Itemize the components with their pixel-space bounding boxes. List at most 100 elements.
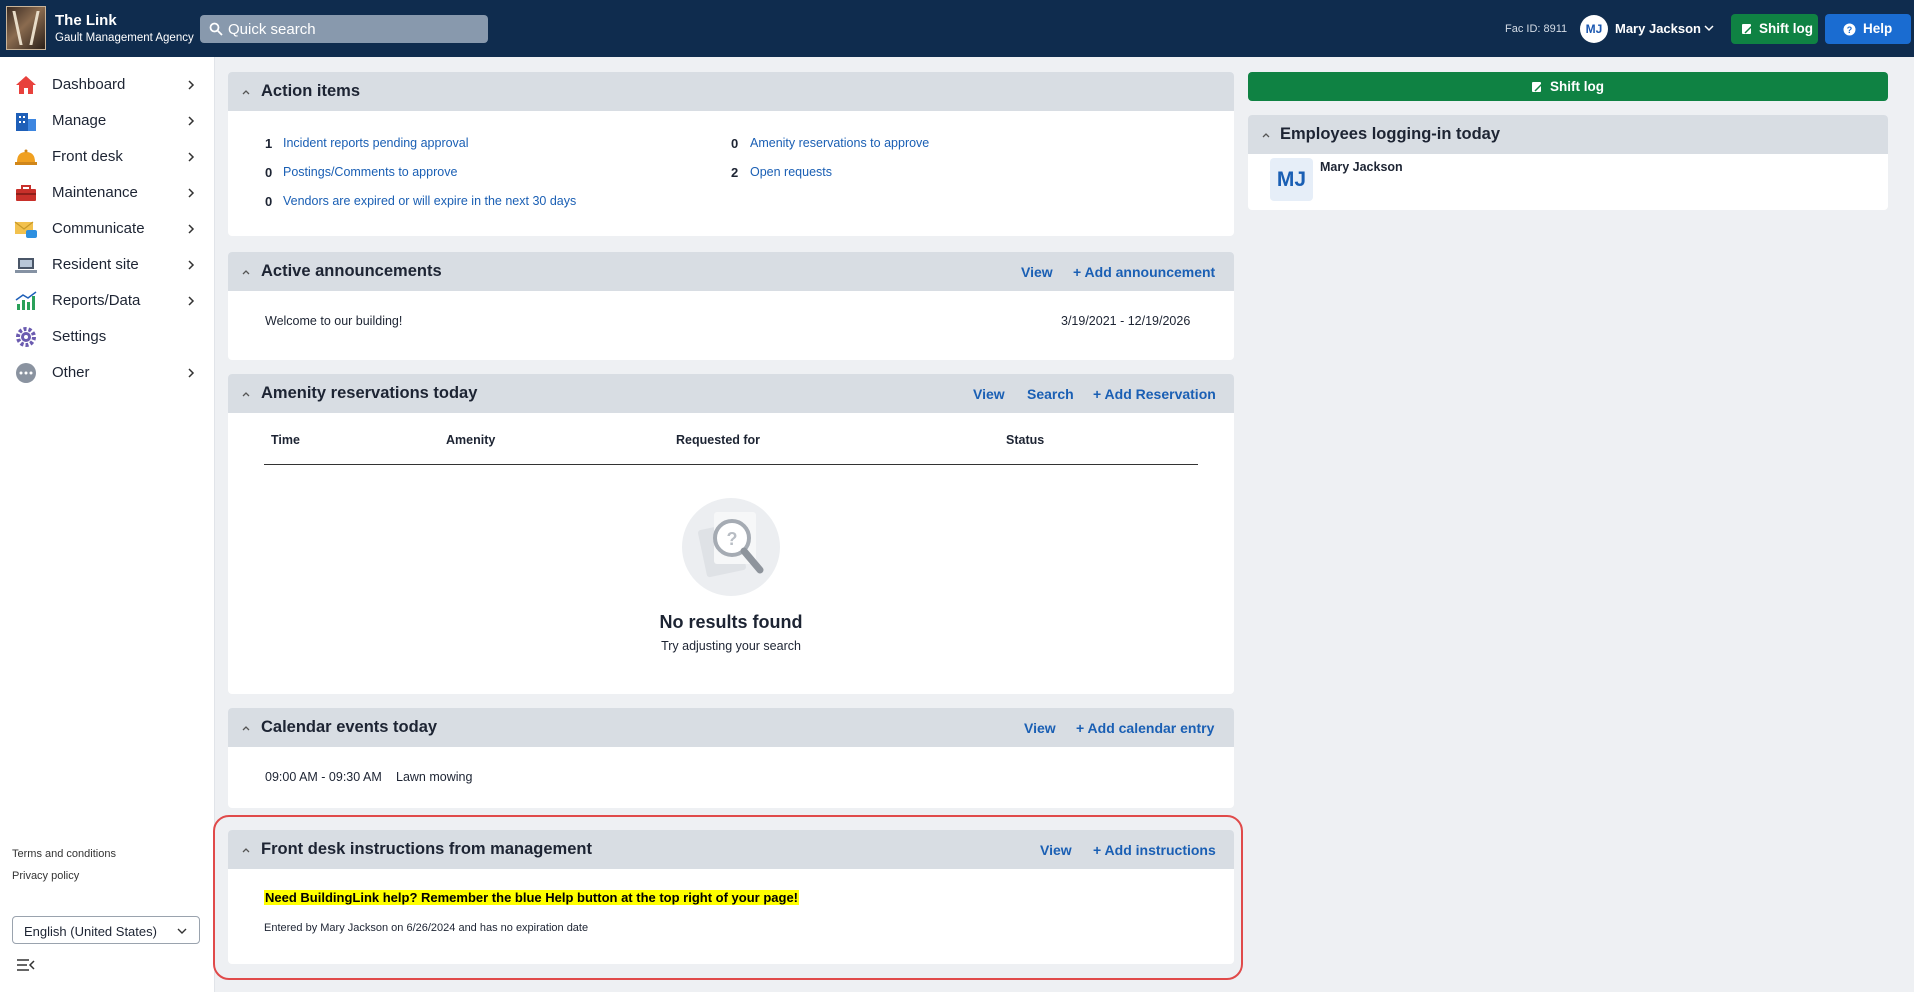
event-title: Lawn mowing bbox=[396, 770, 473, 784]
chevron-right-icon bbox=[188, 188, 195, 198]
sidebar: Dashboard Manage Front desk Maintenance … bbox=[0, 57, 215, 992]
chevron-right-icon bbox=[188, 152, 195, 162]
action-link[interactable]: Vendors are expired or will expire in th… bbox=[283, 194, 576, 208]
action-link[interactable]: Incident reports pending approval bbox=[283, 136, 469, 150]
terms-link[interactable]: Terms and conditions bbox=[12, 848, 116, 860]
employee-name[interactable]: Mary Jackson bbox=[1320, 160, 1403, 174]
calendar-panel: Calendar events today View + Add calenda… bbox=[228, 708, 1234, 808]
search-reservations-link[interactable]: Search bbox=[1027, 386, 1074, 402]
user-menu[interactable]: Mary Jackson bbox=[1615, 21, 1701, 36]
fac-id: Fac ID: 8911 bbox=[1505, 23, 1568, 35]
action-items-panel: Action items 1 Incident reports pending … bbox=[228, 72, 1234, 236]
action-link[interactable]: Postings/Comments to approve bbox=[283, 165, 457, 179]
view-calendar-link[interactable]: View bbox=[1024, 720, 1056, 736]
sidebar-item-front-desk[interactable]: Front desk bbox=[0, 139, 214, 175]
action-count: 2 bbox=[731, 165, 739, 180]
add-announcement-link[interactable]: + Add announcement bbox=[1073, 264, 1215, 280]
chevron-down-icon[interactable] bbox=[1703, 22, 1715, 34]
chart-icon bbox=[15, 291, 37, 310]
sidebar-item-reports[interactable]: Reports/Data bbox=[0, 283, 214, 319]
panel-header[interactable]: Active announcements View + Add announce… bbox=[228, 252, 1234, 291]
question-circle-icon: ? bbox=[1843, 23, 1856, 36]
privacy-link[interactable]: Privacy policy bbox=[12, 870, 79, 882]
action-count: 0 bbox=[731, 136, 739, 151]
sidebar-item-manage[interactable]: Manage bbox=[0, 103, 214, 139]
sidebar-item-dashboard[interactable]: Dashboard bbox=[0, 67, 214, 103]
panel-title: Active announcements bbox=[261, 262, 442, 280]
search-icon bbox=[209, 22, 223, 36]
action-count: 0 bbox=[265, 194, 273, 209]
app-subtitle: Gault Management Agency bbox=[55, 32, 194, 44]
view-announcements-link[interactable]: View bbox=[1021, 264, 1053, 280]
shift-log-button-large[interactable]: Shift log bbox=[1248, 72, 1888, 101]
quick-search-input[interactable]: Quick search bbox=[200, 15, 488, 43]
add-reservation-link[interactable]: + Add Reservation bbox=[1093, 386, 1216, 402]
panel-title: Action items bbox=[261, 82, 361, 100]
chevron-down-icon bbox=[177, 928, 187, 934]
panel-title: Amenity reservations today bbox=[261, 384, 478, 402]
sidebar-item-label: Manage bbox=[52, 112, 107, 129]
sidebar-item-settings[interactable]: Settings bbox=[0, 319, 214, 355]
chevron-right-icon bbox=[188, 116, 195, 126]
notepad-icon bbox=[1532, 82, 1544, 92]
action-count: 1 bbox=[265, 136, 273, 151]
add-calendar-entry-link[interactable]: + Add calendar entry bbox=[1076, 720, 1214, 736]
view-reservations-link[interactable]: View bbox=[973, 386, 1005, 402]
sidebar-item-label: Other bbox=[52, 364, 90, 381]
collapse-sidebar-icon[interactable] bbox=[16, 957, 36, 973]
sidebar-item-label: Reports/Data bbox=[52, 292, 141, 309]
more-icon bbox=[16, 363, 36, 383]
chevron-up-icon[interactable] bbox=[241, 88, 251, 96]
shift-log-label: Shift log bbox=[1550, 79, 1604, 94]
building-icon bbox=[16, 113, 36, 131]
chevron-right-icon bbox=[188, 260, 195, 270]
chevron-up-icon[interactable] bbox=[1261, 131, 1271, 139]
panel-header[interactable]: Employees logging-in today bbox=[1248, 115, 1888, 154]
shift-log-label: Shift log bbox=[1759, 21, 1813, 36]
highlight-outline bbox=[213, 815, 1243, 980]
sidebar-item-maintenance[interactable]: Maintenance bbox=[0, 175, 214, 211]
toolbox-icon bbox=[16, 185, 36, 201]
column-header[interactable]: Amenity bbox=[446, 433, 495, 447]
empty-state-subtitle: Try adjusting your search bbox=[661, 639, 801, 653]
panel-header[interactable]: Amenity reservations today View Search +… bbox=[228, 374, 1234, 413]
sidebar-item-resident-site[interactable]: Resident site bbox=[0, 247, 214, 283]
chevron-up-icon[interactable] bbox=[241, 390, 251, 398]
sidebar-item-label: Communicate bbox=[52, 220, 145, 237]
action-count: 0 bbox=[265, 165, 273, 180]
app-title: The Link bbox=[55, 12, 117, 29]
svg-text:?: ? bbox=[1847, 25, 1853, 35]
sidebar-item-label: Resident site bbox=[52, 256, 139, 273]
help-button[interactable]: ? Help bbox=[1825, 14, 1911, 44]
event-time: 09:00 AM - 09:30 AM bbox=[265, 770, 382, 784]
chevron-right-icon bbox=[188, 224, 195, 234]
svg-text:?: ? bbox=[727, 529, 738, 549]
sidebar-item-communicate[interactable]: Communicate bbox=[0, 211, 214, 247]
laptop-icon bbox=[15, 258, 37, 273]
announcement-text: Welcome to our building! bbox=[265, 314, 403, 328]
sidebar-item-label: Front desk bbox=[52, 148, 123, 165]
bell-icon bbox=[15, 149, 37, 165]
sidebar-item-label: Settings bbox=[52, 328, 107, 345]
column-header[interactable]: Requested for bbox=[676, 433, 760, 447]
column-header[interactable]: Status bbox=[1006, 433, 1044, 447]
panel-header[interactable]: Calendar events today View + Add calenda… bbox=[228, 708, 1234, 747]
app-logo[interactable] bbox=[6, 6, 46, 50]
table-header-row: Time Amenity Requested for Status bbox=[264, 433, 1198, 447]
language-value: English (United States) bbox=[24, 924, 157, 939]
chevron-up-icon[interactable] bbox=[241, 724, 251, 732]
chevron-right-icon bbox=[188, 80, 195, 90]
panel-title: Calendar events today bbox=[261, 718, 438, 736]
chevron-up-icon[interactable] bbox=[241, 268, 251, 276]
action-link[interactable]: Open requests bbox=[750, 165, 832, 179]
language-select[interactable]: English (United States) bbox=[12, 916, 200, 944]
user-avatar[interactable]: MJ bbox=[1580, 15, 1608, 43]
shift-log-button[interactable]: Shift log bbox=[1731, 14, 1818, 44]
panel-header[interactable]: Action items bbox=[228, 72, 1234, 111]
sidebar-item-other[interactable]: Other bbox=[0, 355, 214, 391]
chevron-right-icon bbox=[188, 368, 195, 378]
help-label: Help bbox=[1863, 21, 1893, 36]
employee-avatar: MJ bbox=[1270, 158, 1313, 201]
column-header[interactable]: Time bbox=[271, 433, 300, 447]
action-link[interactable]: Amenity reservations to approve bbox=[750, 136, 929, 150]
